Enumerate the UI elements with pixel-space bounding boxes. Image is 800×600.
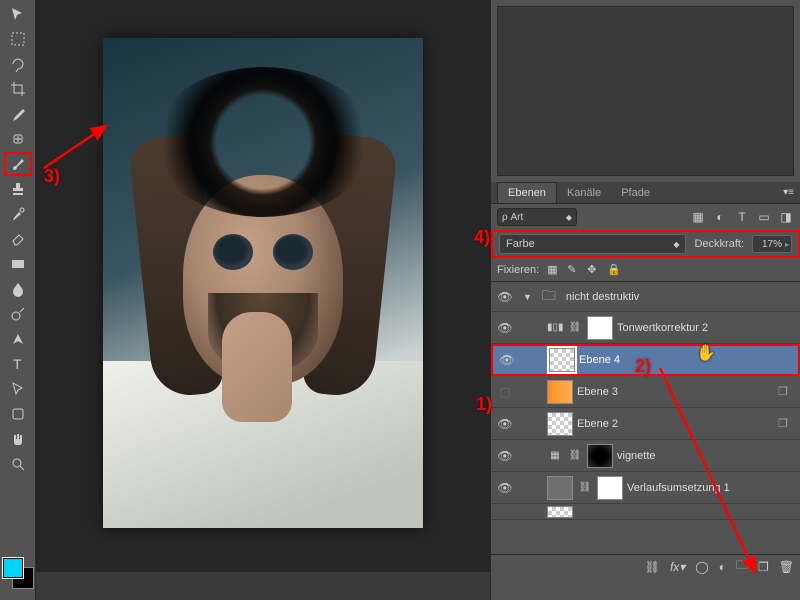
healing-tool[interactable] [4, 127, 32, 151]
pen-tool[interactable] [4, 327, 32, 351]
panel-tabs: Ebenen Kanäle Pfade ▾≡ [491, 182, 800, 204]
tools-panel: T [0, 0, 36, 600]
layer-thumb[interactable] [547, 380, 573, 404]
filter-smart-icon[interactable]: ◨ [778, 209, 794, 225]
path-select-tool[interactable] [4, 377, 32, 401]
cursor-icon: ✋ [696, 343, 716, 363]
stamp-tool[interactable] [4, 177, 32, 201]
marquee-tool[interactable] [4, 27, 32, 51]
layer-name[interactable]: Tonwertkorrektur 2 [617, 322, 708, 334]
adjustment-icon: ▦ [547, 450, 563, 461]
blur-tool[interactable] [4, 277, 32, 301]
lock-position-icon[interactable]: ✥ [587, 263, 601, 277]
visibility-toggle[interactable]: 👁 [491, 449, 519, 463]
layer-filter-row: ρ Art◆ ▦ ◐ T ▭ ◨ [491, 204, 800, 230]
tab-channels[interactable]: Kanäle [557, 182, 611, 203]
link-icon[interactable]: ⛓ [577, 482, 593, 493]
folder-icon: 🗀 [536, 285, 562, 309]
filter-type-icon[interactable]: T [734, 209, 750, 225]
panel-preview-empty [497, 6, 794, 176]
color-swatches[interactable] [3, 558, 33, 588]
group-collapse-icon[interactable]: ▼ [523, 292, 532, 302]
type-tool[interactable]: T [4, 352, 32, 376]
opacity-label: Deckkraft: [694, 238, 744, 250]
visibility-toggle[interactable]: 👁 [493, 353, 521, 367]
panel-menu-icon[interactable]: ▾≡ [783, 187, 794, 198]
layer-mask-thumb[interactable] [587, 316, 613, 340]
opacity-input[interactable]: 17% [752, 235, 792, 253]
svg-text:T: T [13, 356, 22, 372]
shape-tool[interactable] [4, 402, 32, 426]
layer-lock-row: Fixieren: ▦ ✎ ✥ 🔒 [491, 258, 800, 282]
visibility-toggle[interactable]: 👁 [491, 417, 519, 431]
layer-copy-icon[interactable]: ❐ [778, 417, 794, 430]
annotation-arrow-2 [650, 362, 770, 582]
layer-thumb[interactable] [547, 506, 573, 518]
layer-name[interactable]: nicht destruktiv [566, 291, 639, 303]
lock-label: Fixieren: [497, 264, 539, 276]
crop-tool[interactable] [4, 77, 32, 101]
hand-tool[interactable] [4, 427, 32, 451]
tab-layers[interactable]: Ebenen [497, 182, 557, 203]
filter-shape-icon[interactable]: ▭ [756, 209, 772, 225]
history-brush-tool[interactable] [4, 202, 32, 226]
zoom-tool[interactable] [4, 452, 32, 476]
blend-opacity-row: Farbe◆ Deckkraft: 17% [491, 230, 800, 258]
layer-mask-thumb[interactable] [587, 444, 613, 468]
lock-all-icon[interactable]: 🔒 [607, 263, 621, 277]
lasso-tool[interactable] [4, 52, 32, 76]
annotation-2: 2) [635, 356, 651, 377]
filter-pixel-icon[interactable]: ▦ [690, 209, 706, 225]
gradient-tool[interactable] [4, 252, 32, 276]
tab-paths[interactable]: Pfade [611, 182, 660, 203]
layer-thumb[interactable] [549, 348, 575, 372]
blend-mode-select[interactable]: Farbe◆ [499, 234, 686, 254]
move-tool[interactable] [4, 2, 32, 26]
layer-thumb[interactable] [547, 412, 573, 436]
foreground-color-swatch[interactable] [3, 558, 23, 578]
layer-name[interactable]: Ebene 4 [579, 354, 620, 366]
adjustment-icon: ▮▯▮ [547, 322, 563, 333]
layer-name[interactable]: Ebene 2 [577, 418, 618, 430]
eraser-tool[interactable] [4, 227, 32, 251]
brush-tool[interactable] [4, 152, 32, 176]
annotation-4: 4) [474, 227, 490, 248]
visibility-toggle[interactable]: 👁 [491, 481, 519, 495]
dodge-tool[interactable] [4, 302, 32, 326]
image-preview [103, 38, 423, 528]
filter-adjustment-icon[interactable]: ◐ [712, 209, 728, 225]
eyedropper-tool[interactable] [4, 102, 32, 126]
lock-transparency-icon[interactable]: ▦ [547, 263, 561, 277]
layer-copy-icon[interactable]: ❐ [778, 385, 794, 398]
visibility-toggle[interactable]: ▢ [491, 385, 519, 399]
visibility-toggle[interactable]: 👁 [491, 290, 519, 304]
layer-name[interactable]: Ebene 3 [577, 386, 618, 398]
layer-group[interactable]: 👁 ▼ 🗀 nicht destruktiv [491, 282, 800, 312]
link-icon[interactable]: ⛓ [567, 450, 583, 461]
delete-layer-icon[interactable]: 🗑 [779, 560, 794, 574]
adjustment-thumb[interactable] [547, 476, 573, 500]
layer-mask-thumb[interactable] [597, 476, 623, 500]
document-canvas[interactable] [36, 0, 490, 572]
layer-filter-kind[interactable]: ρ Art◆ [497, 208, 577, 226]
layer-row[interactable]: 👁 ▮▯▮ ⛓ Tonwertkorrektur 2 [491, 312, 800, 344]
link-icon[interactable]: ⛓ [567, 322, 583, 333]
annotation-1: 1) [476, 394, 492, 415]
annotation-3: 3) [44, 166, 60, 187]
lock-pixels-icon[interactable]: ✎ [567, 263, 581, 277]
visibility-toggle[interactable]: 👁 [491, 321, 519, 335]
